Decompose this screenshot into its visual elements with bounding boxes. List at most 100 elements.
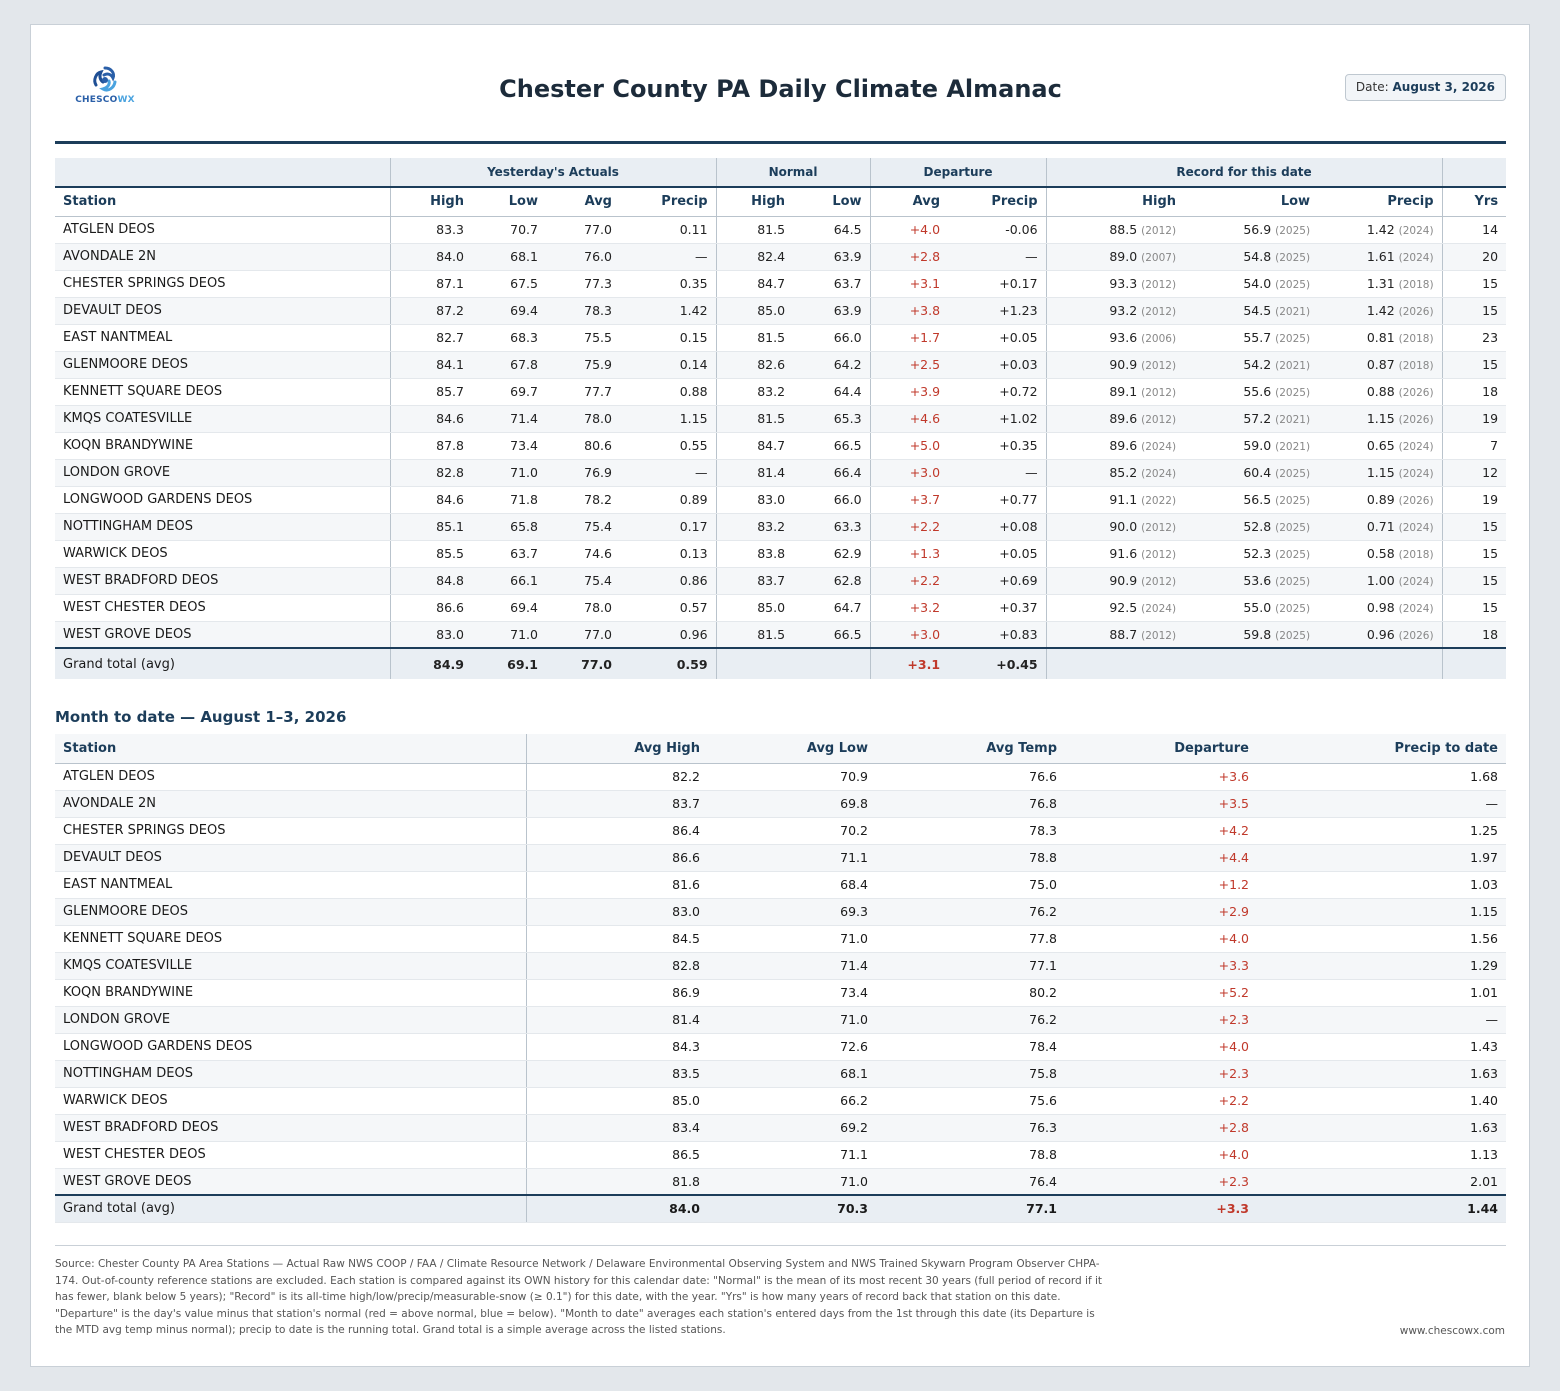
record-value: 54.0	[1243, 276, 1272, 291]
cell-hi: 86.9	[525, 979, 708, 1007]
cell-dpcp: +1.23	[948, 297, 1047, 325]
record-year: (2024)	[1141, 603, 1177, 615]
cell-dpcp: +0.35	[948, 432, 1047, 460]
mtd-table: Station Avg High Avg Low Avg Temp Departure P…	[55, 734, 1506, 1223]
cell-nlo: 66.4	[793, 459, 871, 487]
total-nlo	[793, 647, 871, 679]
table-row: WARWICK DEOS 85.5 63.7 74.6 0.13 83.8 62.9 +1.3…	[55, 540, 1507, 568]
cell-lo: 73.4	[708, 979, 876, 1007]
cell-dpcp: —	[948, 243, 1047, 271]
record-year: (2024)	[1398, 441, 1434, 453]
cell-avg: 75.9	[546, 351, 620, 379]
record-year: (2025)	[1275, 279, 1311, 291]
grand-total-row: Grand total (avg) 84.0 70.3 77.1 +3.3 1.44	[55, 1194, 1506, 1223]
cell-avg: 78.2	[546, 486, 620, 514]
cell-hi: 85.1	[389, 513, 472, 541]
cell-pcp: 1.63	[1257, 1060, 1506, 1088]
cell-pcp: 0.15	[620, 324, 717, 352]
cell-yrs: 15	[1441, 567, 1507, 595]
cell-dpcp: -0.06	[948, 216, 1047, 244]
footer-divider	[55, 1245, 1506, 1246]
record-value: 89.6	[1109, 411, 1138, 426]
cell-nlo: 65.3	[793, 405, 871, 433]
cell-lo: 70.7	[472, 216, 546, 244]
col-header: Precip	[620, 187, 717, 217]
record-year: (2018)	[1398, 360, 1434, 372]
record-year: (2018)	[1398, 279, 1434, 291]
page-title: Chester County PA Daily Climate Almanac	[499, 75, 1062, 103]
table-row: GLENMOORE DEOS 84.1 67.8 75.9 0.14 82.6 64.2 +2…	[55, 351, 1507, 379]
cell-avg: 75.4	[546, 513, 620, 541]
record-value: 55.7	[1243, 330, 1272, 345]
record-value: 0.65	[1366, 438, 1395, 453]
record-value: 1.15	[1366, 411, 1395, 426]
cell-rhi: 89.6 (2012)	[1045, 405, 1185, 433]
cell-rpcp: 0.65 (2024)	[1318, 432, 1443, 460]
cell-avg: 76.6	[876, 763, 1065, 791]
cell-dpcp: +0.83	[948, 621, 1047, 649]
cell-dep: +2.9	[1065, 898, 1257, 926]
cell-lo: 69.8	[708, 790, 876, 818]
cell-nlo: 62.8	[793, 567, 871, 595]
col-header: Avg	[546, 187, 620, 217]
cell-yrs: 23	[1441, 324, 1507, 352]
cell-station: AVONDALE 2N	[55, 243, 390, 271]
cell-avg: 75.6	[876, 1087, 1065, 1115]
record-year: (2018)	[1398, 333, 1434, 345]
cell-dpcp: +0.05	[948, 324, 1047, 352]
record-year: (2025)	[1275, 603, 1311, 615]
cell-hi: 81.8	[525, 1168, 708, 1196]
cell-avg: 75.0	[876, 871, 1065, 899]
cell-pcp: 1.68	[1257, 763, 1506, 791]
cell-hi: 83.7	[525, 790, 708, 818]
cell-yrs: 15	[1441, 297, 1507, 325]
record-year: (2025)	[1275, 522, 1311, 534]
record-value: 56.5	[1243, 492, 1272, 507]
table-row: EAST NANTMEAL 82.7 68.3 75.5 0.15 81.5 66.0 +1.…	[55, 324, 1507, 352]
cell-pcp: 0.13	[620, 540, 717, 568]
cell-hi: 84.6	[389, 405, 472, 433]
cell-pcp: 1.15	[1257, 898, 1506, 926]
cell-nlo: 66.0	[793, 324, 871, 352]
cell-lo: 63.7	[472, 540, 546, 568]
cell-lo: 66.1	[472, 567, 546, 595]
cell-hi: 86.6	[525, 844, 708, 872]
record-value: 1.42	[1366, 303, 1395, 318]
record-value: 91.1	[1109, 492, 1138, 507]
col-header: Precip	[1318, 187, 1443, 217]
table-row: LONDON GROVE 81.4 71.0 76.2 +2.3—	[55, 1006, 1506, 1034]
total-hi: 84.0	[525, 1194, 708, 1223]
cell-lo: 72.6	[708, 1033, 876, 1061]
total-rpcp	[1318, 647, 1443, 679]
group-record: Record for this date	[1045, 158, 1443, 188]
cell-rpcp: 0.87 (2018)	[1318, 351, 1443, 379]
record-year: (2012)	[1141, 360, 1177, 372]
cell-station: WEST CHESTER DEOS	[55, 1141, 526, 1169]
cell-dep: +4.0	[1065, 925, 1257, 953]
col-header: High	[389, 187, 472, 217]
cell-pcp: 1.63	[1257, 1114, 1506, 1142]
cell-nhi: 82.4	[715, 243, 794, 271]
cell-nlo: 64.2	[793, 351, 871, 379]
cell-station: WARWICK DEOS	[55, 1087, 526, 1115]
daily-table: Yesterday's Actuals Normal Departure Rec…	[55, 158, 1507, 679]
cell-station: KENNETT SQUARE DEOS	[55, 925, 526, 953]
record-year: (2025)	[1275, 252, 1311, 264]
cell-lo: 69.7	[472, 378, 546, 406]
cell-nhi: 82.6	[715, 351, 794, 379]
total-lo: 70.3	[708, 1194, 876, 1223]
cell-pcp: 1.29	[1257, 952, 1506, 980]
cell-dpcp: +0.72	[948, 378, 1047, 406]
cell-lo: 66.2	[708, 1087, 876, 1115]
record-value: 93.2	[1109, 303, 1138, 318]
table-row: KMQS COATESVILLE 82.8 71.4 77.1 +3.3 1.29	[55, 952, 1506, 980]
cell-pcp: 1.56	[1257, 925, 1506, 953]
grand-total-row: Grand total (avg) 84.9 69.1 77.0 0.59 +3.1 +0.…	[55, 647, 1507, 679]
col-header: Station	[55, 187, 390, 217]
cell-station: EAST NANTMEAL	[55, 324, 390, 352]
record-value: 93.3	[1109, 276, 1138, 291]
cell-dpcp: +1.02	[948, 405, 1047, 433]
cell-lo: 71.4	[708, 952, 876, 980]
cell-avg: 77.0	[546, 216, 620, 244]
cell-nlo: 66.5	[793, 432, 871, 460]
